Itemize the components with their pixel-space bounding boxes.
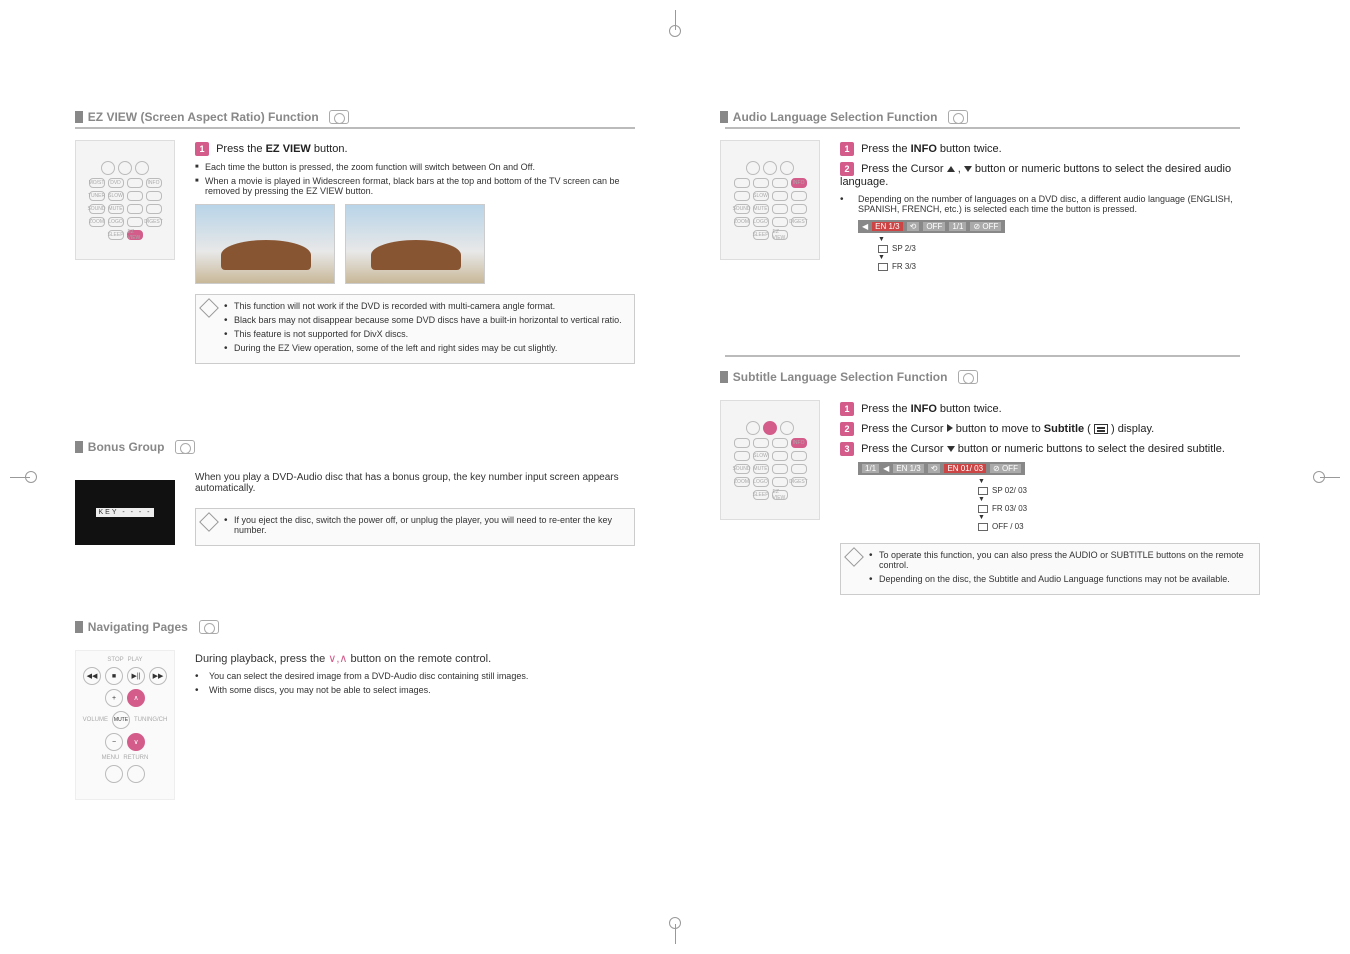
step-1: 1 Press the EZ VIEW button.	[195, 142, 635, 156]
step-2: 2 Press the Cursor , button or numeric b…	[840, 162, 1260, 188]
note-item: During the EZ View operation, some of th…	[224, 343, 626, 353]
osd-list: ▼ SP 2/3 ▼ FR 3/3	[878, 236, 1260, 271]
subtitle-icon	[978, 487, 988, 495]
bullet-item: Each time the button is pressed, the zoo…	[195, 162, 635, 172]
audio-icon	[878, 245, 888, 253]
section-heading-subtitle: Subtitle Language Selection Function	[720, 370, 1260, 388]
example-images	[195, 204, 635, 284]
note-item: This feature is not supported for DivX d…	[224, 329, 626, 339]
nav-up-highlight: ∧	[127, 689, 145, 707]
disc-badge-icon	[958, 370, 978, 384]
ezview-button-highlight: EZ VIEW	[127, 230, 143, 240]
disc-badge-icon	[199, 620, 219, 634]
nav-down-highlight: ∨	[127, 733, 145, 751]
osd-bar: ◀EN 1/3⟲OFF1/1⊘ OFF	[858, 220, 1005, 233]
cursor-up-icon	[947, 166, 955, 172]
step-number-icon: 3	[840, 442, 854, 456]
note-icon	[199, 512, 219, 532]
body-text: When you play a DVD-Audio disc that has …	[195, 472, 635, 494]
osd-list: ▼ SP 02/ 03 ▼ FR 03/ 03 ▼ OFF / 03	[978, 478, 1260, 531]
subtitle-icon	[978, 523, 988, 531]
subtitle-icon	[978, 505, 988, 513]
step-number-icon: 2	[840, 162, 854, 176]
osd-selected: EN 1/3	[872, 222, 902, 231]
heading-text: Subtitle Language Selection Function	[733, 370, 948, 384]
note-box: This function will not work if the DVD i…	[195, 294, 635, 364]
note-box: If you eject the disc, switch the power …	[195, 508, 635, 546]
note-item: Depending on the disc, the Subtitle and …	[869, 574, 1251, 584]
heading-text: Bonus Group	[88, 440, 165, 454]
section-heading-bonus: Bonus Group	[75, 440, 635, 458]
cursor-button-highlight	[763, 421, 777, 435]
sub-text: You can select the desired image from a …	[195, 671, 635, 681]
disc-badge-icon	[329, 110, 349, 124]
step-number-icon: 1	[840, 402, 854, 416]
osd-selected: EN 01/ 03	[944, 464, 986, 473]
remote-thumbnail: INFO SLOW SOUNDMUTE ZOOMLOGODIGEST SLEEP…	[720, 140, 820, 260]
heading-text: Audio Language Selection Function	[733, 110, 938, 124]
note-item: To operate this function, you can also p…	[869, 550, 1251, 570]
info-button-highlight: INFO	[791, 178, 807, 188]
step-2: 2 Press the Cursor button to move to Sub…	[840, 422, 1260, 436]
step-number-icon: 2	[840, 422, 854, 436]
screenshot-before	[195, 204, 335, 284]
sub-text: Depending on the number of languages on …	[840, 194, 1260, 214]
note-item: This function will not work if the DVD i…	[224, 301, 626, 311]
heading-text: EZ VIEW (Screen Aspect Ratio) Function	[88, 110, 319, 124]
nav-instruction: During playback, press the ∨,∧ button on…	[195, 652, 635, 665]
screenshot-after	[345, 204, 485, 284]
step-number-icon: 1	[840, 142, 854, 156]
cursor-down-icon	[964, 166, 972, 172]
section-heading-ezview: EZ VIEW (Screen Aspect Ratio) Function	[75, 110, 635, 128]
step-1: 1 Press the INFO button twice.	[840, 142, 1260, 156]
sub-text: With some discs, you may not be able to …	[195, 685, 635, 695]
note-item: Black bars may not disappear because som…	[224, 315, 626, 325]
step-number-icon: 1	[195, 142, 209, 156]
subtitle-display-icon	[1094, 424, 1108, 434]
bonus-key-screen: KEY - - - -	[75, 480, 175, 545]
remote-thumbnail: INFO SLOW SOUNDMUTE ZOOMLOGODIGEST SLEEP…	[720, 400, 820, 520]
step-3: 3 Press the Cursor button or numeric but…	[840, 442, 1260, 456]
note-icon	[199, 298, 219, 318]
heading-text: Navigating Pages	[88, 620, 188, 634]
osd-bar: 1/1◀EN 1/3⟲EN 01/ 03⊘ OFF	[858, 462, 1025, 475]
disc-badge-icon	[948, 110, 968, 124]
note-icon	[844, 547, 864, 567]
disc-badge-icon	[175, 440, 195, 454]
bullet-item: When a movie is played in Widescreen for…	[195, 176, 635, 196]
section-heading-nav: Navigating Pages	[75, 620, 635, 638]
cursor-down-icon	[947, 446, 955, 452]
key-input-display: KEY - - - -	[96, 508, 155, 517]
remote-thumbnail: MO/STDVDINFO TUNERSLOW SOUNDMUTE ZOOMLOG…	[75, 140, 175, 260]
step-1: 1 Press the INFO button twice.	[840, 402, 1260, 416]
section-heading-audio: Audio Language Selection Function	[720, 110, 1260, 128]
info-button-highlight: INFO	[791, 438, 807, 448]
note-item: If you eject the disc, switch the power …	[224, 515, 626, 535]
audio-icon	[878, 263, 888, 271]
note-box: To operate this function, you can also p…	[840, 543, 1260, 595]
remote-nav-thumbnail: STOPPLAY ◀◀■▶||▶▶ +∧ VOLUMEMUTETUNING/CH…	[75, 650, 175, 800]
